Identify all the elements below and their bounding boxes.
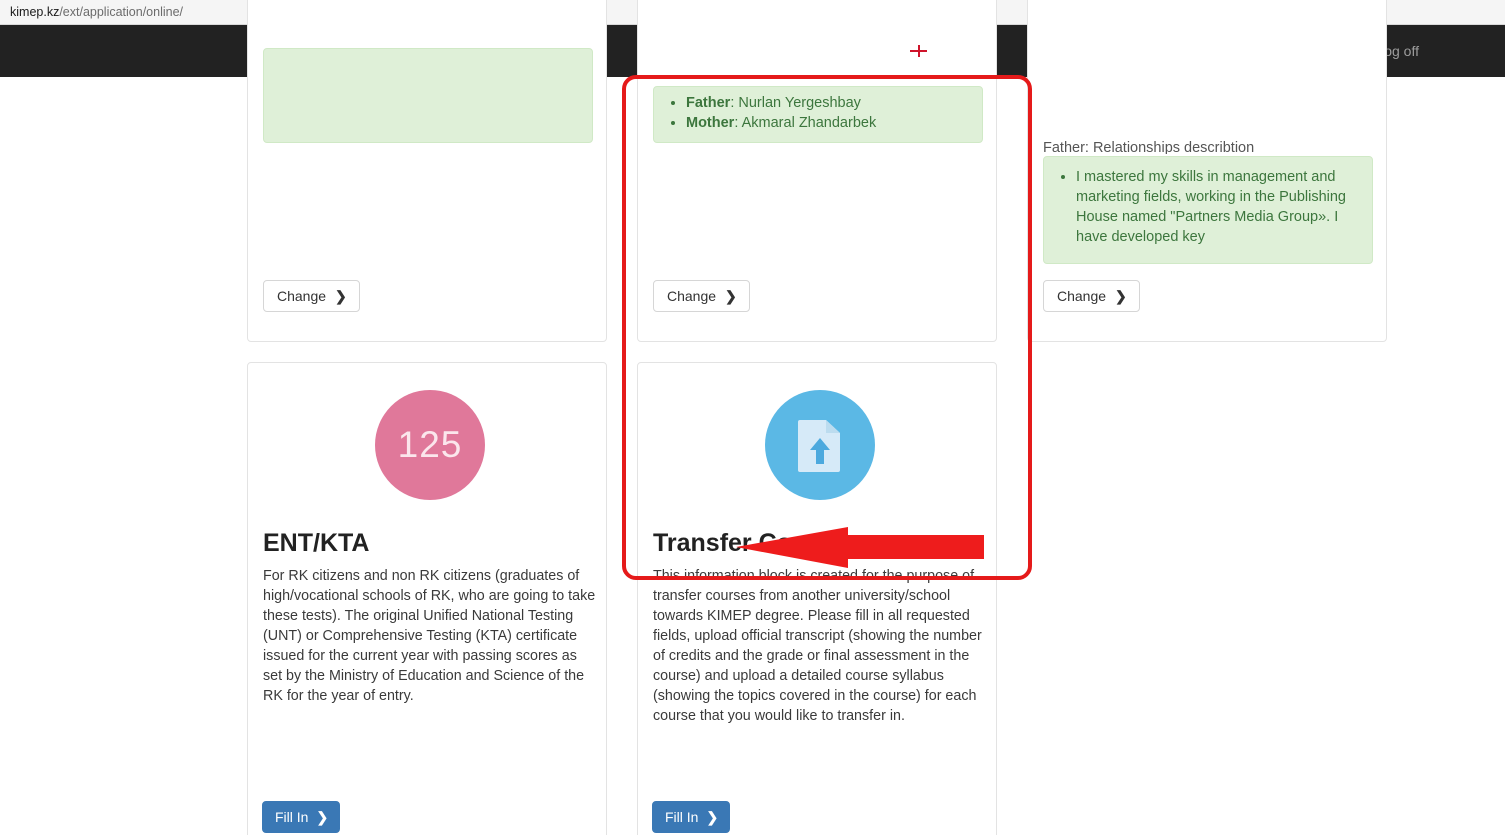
card-experience: Father: Relationships describtion I mast…	[1027, 0, 1387, 342]
experience-text: I mastered my skills in management and m…	[1076, 167, 1362, 247]
change-button-1-label: Change	[277, 288, 327, 304]
transfer-courses-title: Transfer Courses	[653, 529, 859, 557]
father-label: Father	[686, 95, 731, 111]
transfer-courses-body: This information block is created for th…	[653, 568, 982, 724]
change-button-3[interactable]: Change ❯	[1043, 280, 1140, 312]
card-top-left: Change ❯	[247, 0, 607, 342]
list-item-father: Father: Nurlan Yergeshbay	[686, 93, 972, 113]
ent-kta-badge-number: 125	[397, 424, 463, 465]
change-button-2-label: Change	[667, 288, 717, 304]
ent-kta-fill-in-button[interactable]: Fill In ❯	[262, 801, 341, 833]
card-ent-kta: 125 ENT/KTA For RK citizens and non RK c…	[247, 362, 607, 835]
page-content: Change ❯ Father: Nurlan Yergeshbay Mothe…	[0, 0, 1505, 835]
change-button-1[interactable]: Change ❯	[263, 280, 360, 312]
transfer-courses-fill-in-label: Fill In	[665, 809, 699, 825]
chevron-right-icon: ❯	[706, 809, 719, 825]
experience-alert: I mastered my skills in management and m…	[1043, 156, 1373, 264]
card-parents: Father: Nurlan Yergeshbay Mother: Akmara…	[637, 0, 997, 342]
transfer-courses-fill-in-button[interactable]: Fill In ❯	[652, 801, 731, 833]
chevron-right-icon: ❯	[316, 809, 329, 825]
chevron-right-icon: ❯	[335, 288, 347, 304]
ent-kta-title: ENT/KTA	[263, 529, 370, 557]
mother-label: Mother	[686, 115, 735, 131]
experience-clipped-heading: Father: Relationships describtion	[1043, 140, 1255, 154]
parents-alert: Father: Nurlan Yergeshbay Mother: Akmara…	[653, 86, 983, 143]
transfer-courses-badge	[765, 390, 875, 500]
mother-value: Akmaral Zhandarbek	[741, 115, 877, 131]
url-host: kimep.kz	[10, 5, 60, 19]
ent-kta-body: For RK citizens and non RK citizens (gra…	[263, 568, 596, 704]
father-value: Nurlan Yergeshbay	[738, 95, 861, 111]
list-item-mother: Mother: Akmaral Zhandarbek	[686, 113, 972, 133]
experience-list: I mastered my skills in management and m…	[1044, 167, 1362, 247]
chevron-right-icon: ❯	[725, 288, 737, 304]
parents-list: Father: Nurlan Yergeshbay Mother: Akmara…	[654, 93, 972, 133]
change-button-2[interactable]: Change ❯	[653, 280, 750, 312]
chevron-right-icon: ❯	[1115, 288, 1127, 304]
ent-kta-badge: 125	[375, 390, 485, 500]
url-path: /ext/application/online/	[59, 5, 184, 19]
file-upload-icon	[798, 420, 840, 472]
card-transfer-courses: Transfer Courses This information block …	[637, 362, 997, 835]
ent-kta-fill-in-label: Fill In	[275, 809, 309, 825]
top-left-alert	[263, 48, 593, 143]
change-button-3-label: Change	[1057, 288, 1107, 304]
